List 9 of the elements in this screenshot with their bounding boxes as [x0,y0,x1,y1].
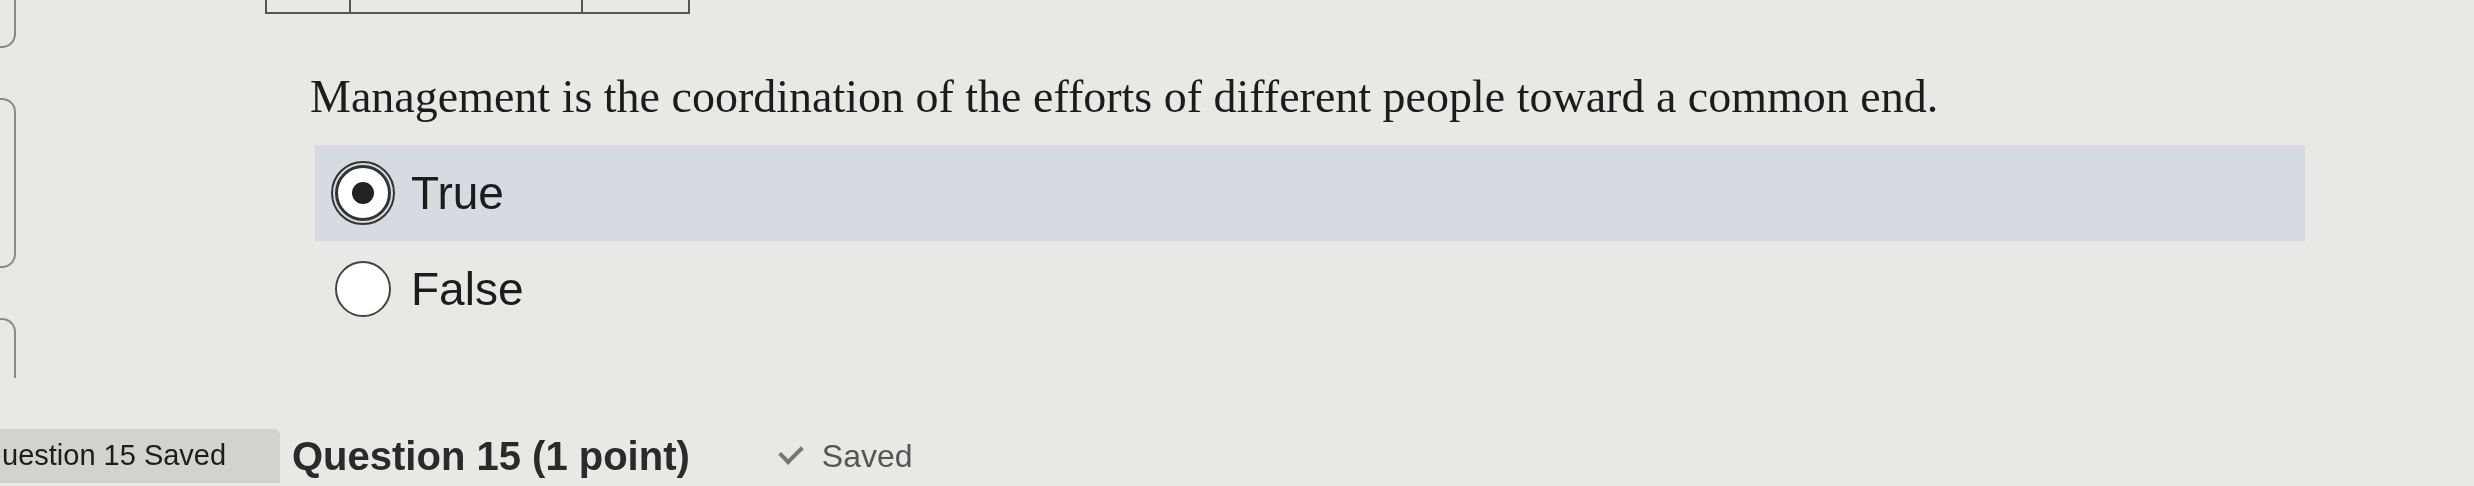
radio-button[interactable] [335,165,391,221]
option-label: True [411,165,504,221]
question-text: Management is the coordination of the efforts of different people toward a common end. [310,70,1940,124]
answer-option[interactable]: True [315,145,2305,241]
answer-option[interactable]: False [315,241,2305,337]
saved-status: Saved [821,437,913,476]
question-heading: Question 15 (1 point) [292,433,690,480]
radio-button[interactable] [335,261,391,317]
option-label: False [411,261,524,317]
